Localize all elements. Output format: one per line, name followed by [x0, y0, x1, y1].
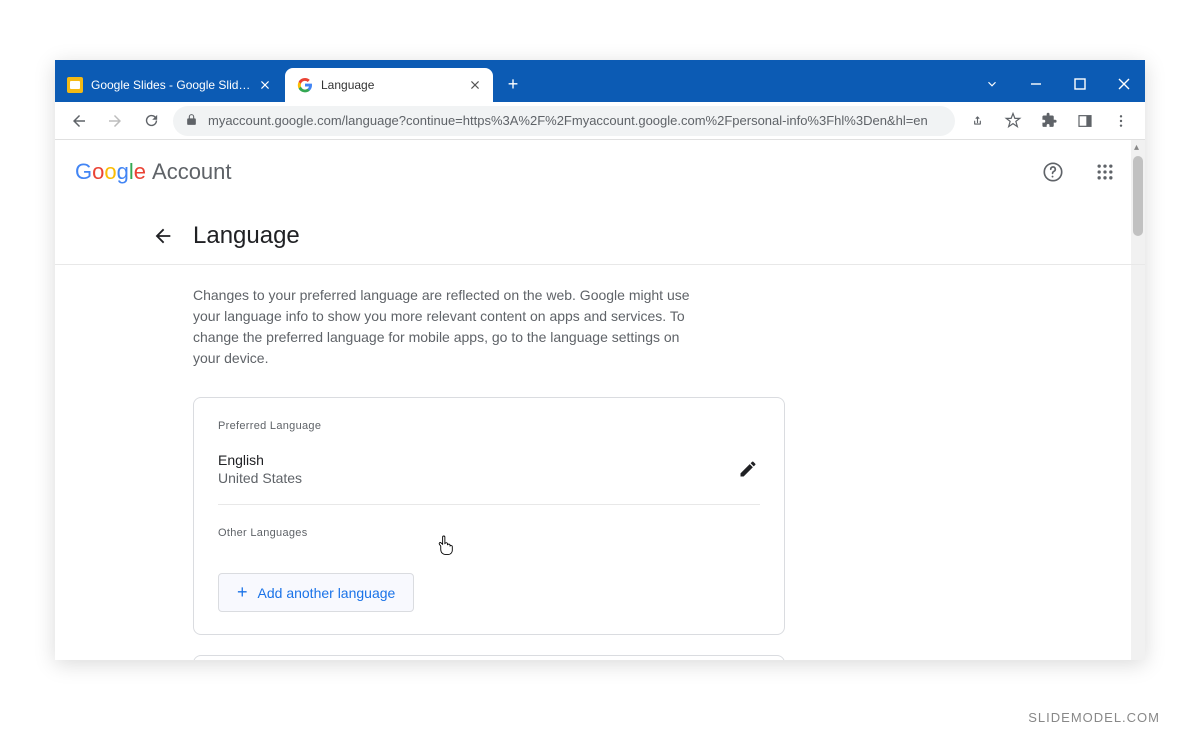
minimize-button[interactable]	[1021, 69, 1051, 99]
address-bar: myaccount.google.com/language?continue=h…	[55, 102, 1145, 140]
account-header: Google Account	[55, 140, 1145, 204]
page-description: Changes to your preferred language are r…	[55, 265, 695, 397]
chevron-down-icon[interactable]	[977, 69, 1007, 99]
share-icon[interactable]	[963, 107, 991, 135]
close-icon[interactable]	[257, 77, 273, 93]
watermark: SLIDEMODEL.COM	[1028, 710, 1160, 725]
plus-icon: +	[237, 582, 248, 603]
url-text: myaccount.google.com/language?continue=h…	[208, 113, 943, 128]
page-title-row: Language	[55, 204, 1145, 265]
slides-favicon-icon	[67, 77, 83, 93]
maximize-button[interactable]	[1065, 69, 1095, 99]
url-field[interactable]: myaccount.google.com/language?continue=h…	[173, 106, 955, 136]
other-languages-label: Other Languages	[218, 527, 760, 539]
account-word: Account	[152, 159, 232, 185]
language-card: Preferred Language English United States…	[193, 397, 785, 635]
forward-button[interactable]	[101, 107, 129, 135]
browser-menu-icon[interactable]	[1107, 107, 1135, 135]
language-name: English	[218, 452, 736, 468]
google-favicon-icon	[297, 77, 313, 93]
back-arrow-icon[interactable]	[151, 224, 175, 248]
lock-icon	[185, 113, 198, 129]
extensions-icon[interactable]	[1035, 107, 1063, 135]
tab-title: Language	[321, 78, 461, 92]
edit-icon[interactable]	[736, 457, 760, 481]
apps-grid-icon[interactable]	[1085, 152, 1125, 192]
page-content: ▴ Google Account Language Chan	[55, 140, 1145, 660]
close-window-button[interactable]	[1109, 69, 1139, 99]
scroll-up-icon[interactable]: ▴	[1134, 142, 1139, 153]
back-button[interactable]	[65, 107, 93, 135]
help-icon[interactable]	[1033, 152, 1073, 192]
preferred-language-label: Preferred Language	[218, 420, 760, 432]
add-language-button[interactable]: + Add another language	[218, 573, 414, 612]
reload-button[interactable]	[137, 107, 165, 135]
close-icon[interactable]	[467, 77, 483, 93]
tab-language[interactable]: Language	[285, 68, 493, 102]
browser-window: Google Slides - Google Slides Language +	[55, 60, 1145, 660]
sidepanel-icon[interactable]	[1071, 107, 1099, 135]
google-account-logo[interactable]: Google Account	[75, 159, 232, 185]
bookmark-star-icon[interactable]	[999, 107, 1027, 135]
auto-add-languages-row[interactable]: Automatically add languages: On	[193, 655, 785, 660]
page-title: Language	[193, 222, 300, 250]
preferred-language-row: English United States	[218, 452, 760, 505]
new-tab-button[interactable]: +	[499, 70, 527, 98]
add-language-label: Add another language	[258, 585, 396, 601]
tab-google-slides[interactable]: Google Slides - Google Slides	[55, 68, 283, 102]
tab-strip: Google Slides - Google Slides Language +	[55, 60, 1145, 102]
tab-title: Google Slides - Google Slides	[91, 78, 251, 92]
language-region: United States	[218, 470, 736, 486]
